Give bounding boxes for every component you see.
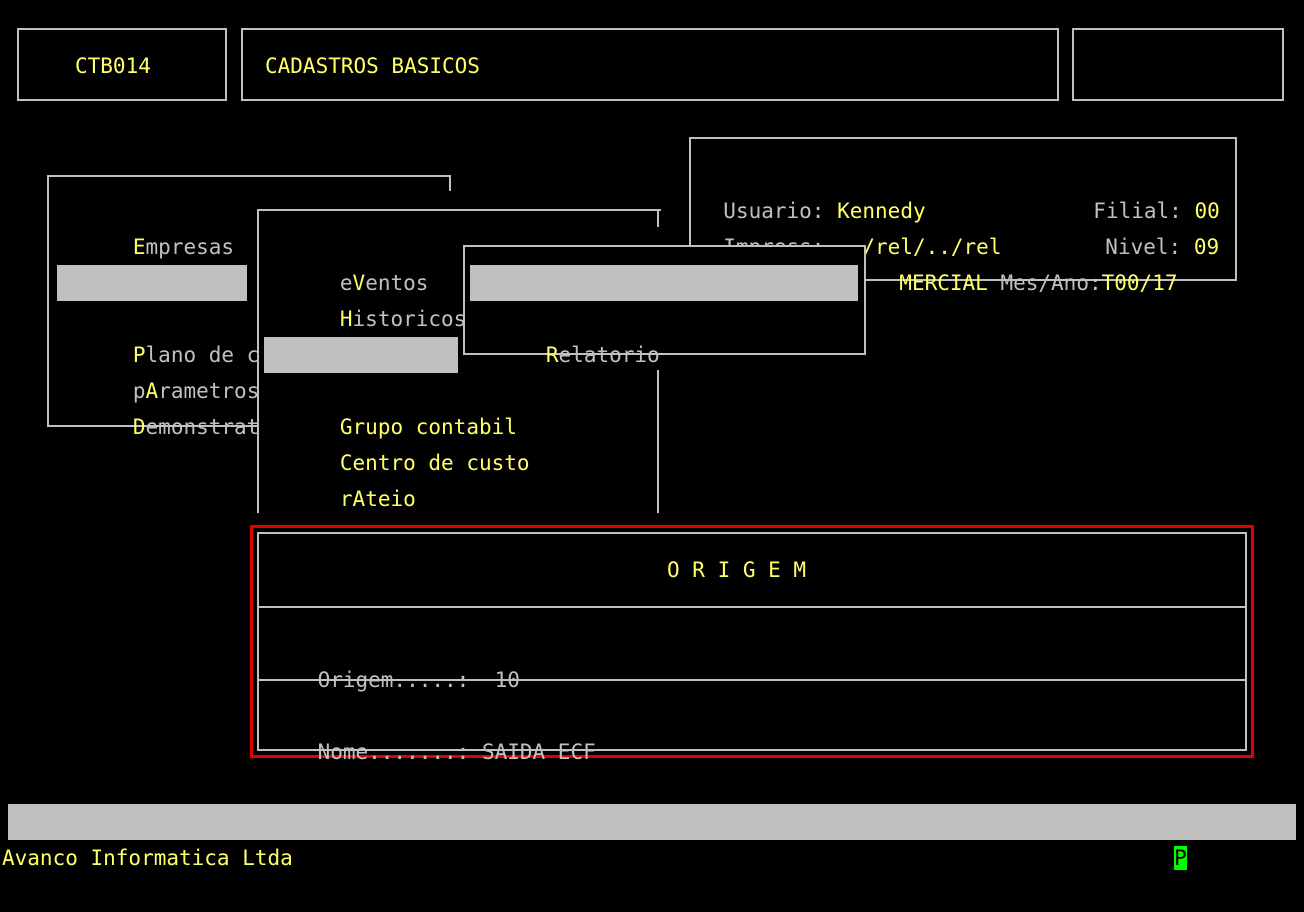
origem-field-value[interactable]: 10 [495,668,520,692]
period-label: Mes/Ano: [1000,271,1102,295]
origem-form: O R I G E M Origem.....: 10 Nome.......:… [250,525,1254,764]
branch-line: Filial: 00 [1068,157,1219,223]
main-menu-item-empresas[interactable]: Empresas [57,193,247,259]
tabelas-item-estrutura[interactable]: Estrutura [264,301,458,367]
tabelas-menu-top-border [257,209,661,211]
main-menu-item-parametros[interactable]: pArametros [57,337,259,403]
tabelas-menu-left-border [257,209,259,513]
tabelas-item-centro-de-custo[interactable]: Centro de custo [264,409,564,475]
tabelas-item-origem[interactable]: û Origem [264,337,458,403]
right-header-box [1072,28,1284,101]
nome-field-row: Nome.......: SAIDA ECF [267,698,596,764]
level-line: Nivel: 09 [1080,193,1219,259]
user-line: Usuario: Kennedy [698,157,925,223]
tabelas-item-eventos[interactable]: eVentos [264,229,458,295]
status-prompt-line: Prossegue/Altera/Exclui? P (P/A/E) [808,804,1288,870]
screen-title: CADASTROS BASICOS [265,54,480,78]
nome-field-value[interactable]: SAIDA ECF [482,740,596,764]
origem-field-label: Origem.....: [317,668,470,692]
main-menu-item-tabelas[interactable]: û Tabelas [57,265,247,331]
tabelas-item-relacionamentos[interactable]: Relacionamentos [264,481,564,547]
main-menu-top-border [47,175,451,177]
period-value: T00/17 [1101,271,1178,295]
origem-item-manutencao[interactable]: û Manutencao [470,265,858,331]
origem-form-title: O R I G E M [667,558,807,582]
status-options: (P/A/E) [1199,846,1288,870]
main-menu-item-filiais[interactable]: Filiais [57,229,247,295]
main-menu-item-demonstrat[interactable]: Demonstrat [57,373,259,439]
printer-line: Impress: ../rel/../rel [698,193,1001,259]
program-code: CTB014 [75,54,151,78]
tabelas-item-grupo-contabil[interactable]: Grupo contabil [264,373,564,439]
tabelas-item-rateio[interactable]: rAteio [264,445,564,511]
tabelas-item-historicos[interactable]: Historicos [264,265,466,331]
status-bar: Prossegue/Altera/Exclui? P (P/A/E) [8,804,1296,870]
tabelas-menu-right-border [657,370,659,513]
company-period-line: MERCIAL Mes/Ano:T00/17 [874,229,1177,295]
level-value: 09 [1193,235,1220,259]
main-menu-left-border [47,175,49,427]
main-menu-item-plano[interactable]: Plano de c [57,301,259,367]
origem-field-row: Origem.....: 10 [267,626,520,692]
title-box: CADASTROS BASICOS [241,28,1059,101]
status-prompt: Prossegue/Altera/Exclui? [858,846,1162,870]
footer-company: Avanco Informatica Ltda [2,846,293,870]
origem-item-relatorio[interactable]: Relatorio [470,301,858,367]
origem-form-divider-1 [257,606,1247,608]
status-answer[interactable]: P [1174,846,1187,870]
company-partial: MERCIAL [899,271,988,295]
program-code-box: CTB014 [17,28,227,101]
tabelas-menu-right-tick [657,209,659,227]
nome-field-label: Nome.......: [317,740,470,764]
main-menu-right-tick [449,175,451,191]
